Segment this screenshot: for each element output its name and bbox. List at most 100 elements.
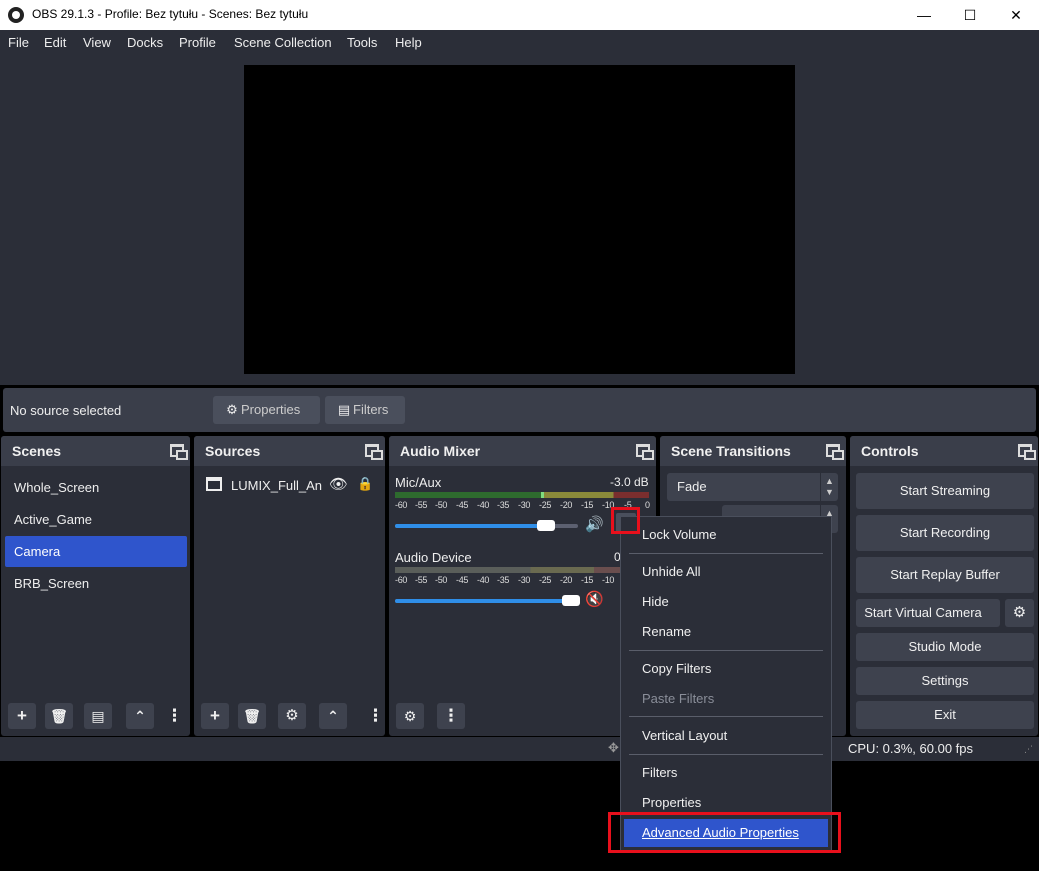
scale-tick: -55 xyxy=(415,575,428,585)
menu-separator xyxy=(629,754,823,755)
menu-item-vertical-layout[interactable]: Vertical Layout xyxy=(621,722,831,750)
scale-tick: -40 xyxy=(477,575,490,585)
menu-file[interactable]: File xyxy=(8,35,29,50)
start-recording-button[interactable]: Start Recording xyxy=(856,515,1034,551)
menu-edit[interactable]: Edit xyxy=(44,35,66,50)
resize-grip-icon[interactable]: ⋰ xyxy=(1024,744,1033,755)
undock-icon[interactable] xyxy=(170,444,188,460)
add-scene-button[interactable]: + xyxy=(8,703,36,729)
menu-item-paste-filters: Paste Filters xyxy=(642,691,715,706)
title-bar: OBS 29.1.3 - Profile: Bez tytułu - Scene… xyxy=(0,0,1039,30)
source-properties-button[interactable]: ⚙ xyxy=(278,703,306,729)
menu-item-rename[interactable]: Rename xyxy=(621,618,831,646)
sources-title: Sources xyxy=(205,443,261,459)
add-source-button[interactable]: + xyxy=(201,703,229,729)
menu-docks[interactable]: Docks xyxy=(127,35,163,50)
audio-mixer-toolbar: ⚙ ⋮ xyxy=(389,698,656,736)
obs-logo-icon xyxy=(8,7,24,23)
source-label: LUMIX_Full_An xyxy=(231,478,323,493)
menu-item-copy-filters[interactable]: Copy Filters xyxy=(621,655,831,683)
remove-scene-button[interactable]: 🗑 xyxy=(45,703,73,729)
move-scene-up-button[interactable]: ⌃ xyxy=(126,703,154,729)
scene-item-camera[interactable]: Camera xyxy=(5,536,187,567)
scene-transitions-header: Scene Transitions xyxy=(660,436,846,466)
start-virtual-camera-button[interactable]: Start Virtual Camera xyxy=(856,599,1000,627)
volume-slider-fill xyxy=(395,599,571,603)
menu-item-lock-volume[interactable]: Lock Volume xyxy=(621,521,831,549)
more-options-icon[interactable]: ⋮ xyxy=(166,703,183,729)
scale-tick: -20 xyxy=(560,500,573,510)
settings-button[interactable]: Settings xyxy=(856,667,1034,695)
undock-icon[interactable] xyxy=(826,444,844,460)
filters-button[interactable]: ▤ Filters xyxy=(325,396,405,424)
scene-item-brb-screen[interactable]: BRB_Screen xyxy=(5,568,187,599)
scene-item-whole-screen[interactable]: Whole_Screen xyxy=(5,472,187,503)
scale-tick: -60 xyxy=(395,575,408,585)
window-title: OBS 29.1.3 - Profile: Bez tytułu - Scene… xyxy=(32,7,309,21)
menu-item-unhide-all[interactable]: Unhide All xyxy=(621,558,831,586)
virtual-camera-settings-gear-icon[interactable]: ⚙ xyxy=(1005,599,1034,627)
scene-item-active-game[interactable]: Active_Game xyxy=(5,504,187,535)
network-icon: ✥ xyxy=(608,740,619,755)
lock-icon[interactable]: 🔒 xyxy=(357,476,373,492)
menu-item-filters[interactable]: Filters xyxy=(621,759,831,787)
properties-button[interactable]: ⚙ Properties xyxy=(213,396,320,424)
context-bar: No source selected ⚙ Properties ▤ Filter… xyxy=(3,388,1036,432)
menu-bar: File Edit View Docks Profile Scene Colle… xyxy=(0,30,1039,55)
scale-tick: -15 xyxy=(581,575,594,585)
volume-slider-knob[interactable] xyxy=(537,520,555,531)
scale-tick: -40 xyxy=(477,500,490,510)
undock-icon[interactable] xyxy=(365,444,383,460)
eye-icon[interactable]: 👁 xyxy=(329,475,348,493)
menu-scene-collection[interactable]: Scene Collection xyxy=(234,35,332,50)
source-item[interactable]: LUMIX_Full_An 👁 🔒 xyxy=(198,472,380,500)
undock-icon[interactable] xyxy=(636,444,654,460)
controls-dock: Controls Start Streaming Start Recording… xyxy=(850,436,1038,736)
menu-help[interactable]: Help xyxy=(395,35,422,50)
undock-icon[interactable] xyxy=(1018,444,1036,460)
volume-meter xyxy=(395,567,621,573)
scale-tick: -45 xyxy=(456,575,469,585)
menu-profile[interactable]: Profile xyxy=(179,35,216,50)
status-bar: ✥ CPU: 0.3%, 60.00 fps ⋰ xyxy=(0,737,1039,761)
menu-view[interactable]: View xyxy=(83,35,111,50)
sources-header: Sources xyxy=(194,436,385,466)
exit-button[interactable]: Exit xyxy=(856,701,1034,729)
more-options-icon[interactable]: ⋮ xyxy=(367,703,384,729)
scale-tick: -50 xyxy=(435,500,448,510)
speaker-icon[interactable]: 🔊 xyxy=(585,515,604,533)
scene-filters-button[interactable]: ▤ xyxy=(84,703,112,729)
maximize-button[interactable]: ☐ xyxy=(947,0,993,30)
scale-tick: -35 xyxy=(497,575,510,585)
menu-item-hide[interactable]: Hide xyxy=(621,588,831,616)
channel-context-menu: Lock Volume Unhide All Hide Rename Copy … xyxy=(620,516,832,852)
scale-tick: -15 xyxy=(581,500,594,510)
sources-dock: Sources LUMIX_Full_An 👁 🔒 + 🗑 ⚙ ⌃ ⋮ xyxy=(194,436,385,736)
transition-select[interactable]: Fade ▲ ▼ xyxy=(667,473,838,501)
minimize-button[interactable]: — xyxy=(901,0,947,30)
remove-source-button[interactable]: 🗑 xyxy=(238,703,266,729)
volume-slider[interactable] xyxy=(395,595,580,606)
menu-tools[interactable]: Tools xyxy=(347,35,377,50)
scale-tick: -30 xyxy=(518,500,531,510)
start-streaming-button[interactable]: Start Streaming xyxy=(856,473,1034,509)
scale-tick: -25 xyxy=(539,500,552,510)
obs-window: OBS 29.1.3 - Profile: Bez tytułu - Scene… xyxy=(0,0,1039,871)
close-button[interactable]: ✕ xyxy=(993,0,1039,30)
more-options-icon[interactable]: ⋮ xyxy=(437,703,465,729)
studio-mode-button[interactable]: Studio Mode xyxy=(856,633,1034,661)
start-replay-buffer-button[interactable]: Start Replay Buffer xyxy=(856,557,1034,593)
move-source-up-button[interactable]: ⌃ xyxy=(319,703,347,729)
muted-speaker-icon[interactable]: 🔇 xyxy=(585,590,604,608)
scale-tick: 0 xyxy=(645,500,650,510)
preview-canvas[interactable] xyxy=(244,65,795,374)
preview-area xyxy=(0,55,1039,385)
annotation-highlight-box xyxy=(611,507,640,534)
volume-slider-knob[interactable] xyxy=(562,595,580,606)
advanced-audio-settings-button[interactable]: ⚙ xyxy=(396,703,424,729)
menu-separator xyxy=(629,650,823,651)
volume-slider[interactable] xyxy=(395,520,578,531)
channel-name: Mic/Aux xyxy=(395,475,442,490)
gear-icon: ⚙ xyxy=(226,402,238,417)
volume-slider-fill xyxy=(395,524,546,528)
